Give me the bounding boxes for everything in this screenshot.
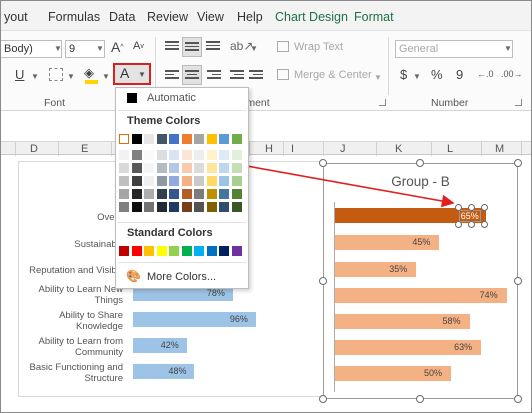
standard-color-swatch[interactable] — [119, 246, 129, 256]
palette-icon: 🎨 — [126, 269, 141, 283]
automatic-swatch[interactable] — [127, 93, 137, 103]
theme-color-swatch[interactable] — [231, 163, 242, 173]
theme-color-swatch[interactable] — [169, 163, 179, 173]
theme-color-swatch[interactable] — [169, 202, 179, 212]
theme-color-swatch[interactable] — [144, 202, 154, 212]
theme-color-swatch[interactable] — [194, 163, 204, 173]
standard-color-swatch[interactable] — [144, 246, 154, 256]
theme-color-swatch[interactable] — [156, 163, 167, 173]
theme-color-swatch[interactable] — [219, 150, 229, 160]
theme-color-swatch[interactable] — [144, 163, 154, 173]
theme-color-swatch[interactable] — [206, 163, 217, 173]
theme-color-swatch[interactable] — [206, 176, 217, 186]
theme-colors-title: Theme Colors — [127, 115, 201, 127]
theme-color-swatch[interactable] — [206, 202, 217, 212]
theme-color-swatch[interactable] — [181, 189, 192, 199]
theme-color-swatch[interactable] — [131, 150, 142, 160]
standard-color-swatch[interactable] — [156, 246, 167, 256]
divider — [118, 110, 246, 111]
standard-color-swatch[interactable] — [131, 246, 142, 256]
theme-color-swatch[interactable] — [131, 134, 142, 144]
theme-color-swatch[interactable] — [181, 163, 192, 173]
theme-color-swatch[interactable] — [219, 176, 229, 186]
annotation-arrow — [123, 143, 455, 208]
font-color-dropdown: Automatic Theme Colors Standard Colors 🎨… — [115, 87, 249, 289]
theme-color-swatch[interactable] — [131, 202, 142, 212]
theme-color-swatch[interactable] — [169, 189, 179, 199]
theme-color-swatch[interactable] — [119, 163, 129, 173]
theme-color-swatch[interactable] — [194, 176, 204, 186]
excel-window: yout Formulas Data Review View Help Char… — [0, 0, 532, 413]
theme-color-swatch[interactable] — [231, 134, 242, 144]
theme-color-swatch[interactable] — [156, 176, 167, 186]
theme-color-swatch[interactable] — [169, 176, 179, 186]
theme-color-swatch-selected[interactable] — [119, 134, 129, 144]
theme-color-swatch[interactable] — [131, 163, 142, 173]
theme-color-swatch[interactable] — [231, 202, 242, 212]
theme-color-swatch[interactable] — [206, 134, 217, 144]
divider — [118, 262, 246, 263]
theme-color-swatch[interactable] — [219, 202, 229, 212]
standard-color-swatch[interactable] — [181, 246, 192, 256]
automatic-option[interactable]: Automatic — [147, 92, 196, 104]
theme-color-swatch[interactable] — [219, 134, 229, 144]
standard-colors-title: Standard Colors — [127, 227, 213, 239]
theme-color-swatch[interactable] — [194, 150, 204, 160]
theme-color-swatch[interactable] — [156, 150, 167, 160]
theme-color-swatch[interactable] — [181, 176, 192, 186]
theme-color-swatch[interactable] — [131, 176, 142, 186]
theme-color-swatch[interactable] — [181, 134, 192, 144]
theme-color-swatch[interactable] — [194, 202, 204, 212]
theme-color-swatch[interactable] — [206, 150, 217, 160]
theme-color-swatch[interactable] — [156, 189, 167, 199]
theme-color-swatch[interactable] — [169, 134, 179, 144]
theme-color-swatch[interactable] — [144, 134, 154, 144]
standard-color-swatch[interactable] — [231, 246, 242, 256]
theme-color-swatch[interactable] — [231, 189, 242, 199]
theme-color-swatch[interactable] — [219, 189, 229, 199]
theme-color-swatch[interactable] — [169, 150, 179, 160]
theme-color-swatch[interactable] — [181, 150, 192, 160]
theme-color-swatch[interactable] — [194, 134, 204, 144]
theme-color-swatch[interactable] — [119, 202, 129, 212]
theme-color-swatch[interactable] — [156, 202, 167, 212]
theme-color-swatch[interactable] — [181, 202, 192, 212]
theme-color-swatch[interactable] — [206, 189, 217, 199]
theme-color-swatch[interactable] — [119, 189, 129, 199]
more-colors-option[interactable]: More Colors... — [147, 271, 216, 283]
theme-color-swatch[interactable] — [194, 189, 204, 199]
theme-color-swatch[interactable] — [219, 163, 229, 173]
standard-color-swatch[interactable] — [206, 246, 217, 256]
theme-color-swatch[interactable] — [231, 150, 242, 160]
theme-color-swatch[interactable] — [119, 150, 129, 160]
theme-color-swatch[interactable] — [131, 189, 142, 199]
theme-color-swatch[interactable] — [144, 176, 154, 186]
theme-color-swatch[interactable] — [231, 176, 242, 186]
divider — [118, 222, 246, 223]
standard-color-swatch[interactable] — [169, 246, 179, 256]
theme-color-swatch[interactable] — [144, 150, 154, 160]
theme-color-swatch[interactable] — [156, 134, 167, 144]
theme-color-swatch[interactable] — [144, 189, 154, 199]
theme-color-swatch[interactable] — [119, 176, 129, 186]
standard-color-swatch[interactable] — [219, 246, 229, 256]
standard-color-swatch[interactable] — [194, 246, 204, 256]
